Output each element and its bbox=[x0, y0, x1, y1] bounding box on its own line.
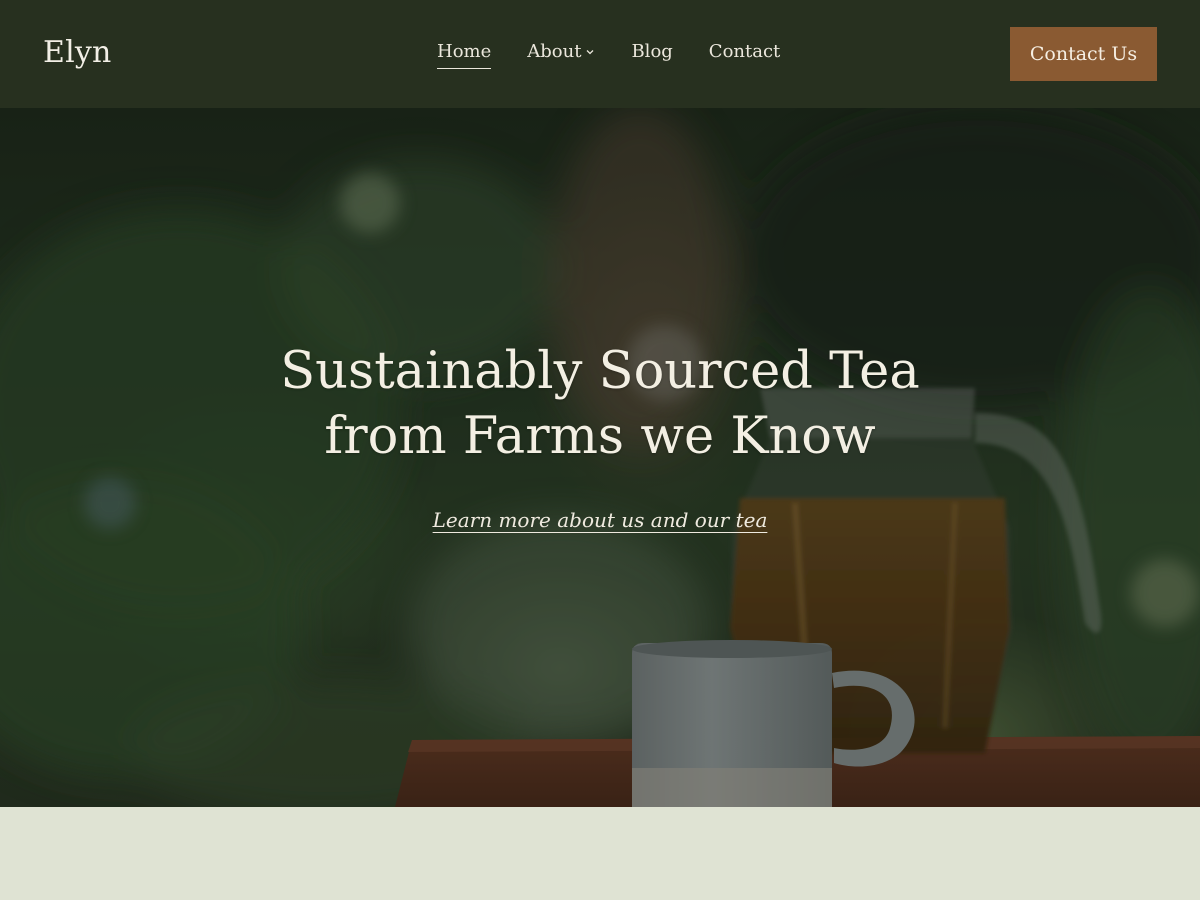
nav-item-contact-label: Contact bbox=[708, 41, 781, 62]
nav-item-home[interactable]: Home bbox=[437, 40, 492, 69]
learn-more-link[interactable]: Learn more about us and our tea bbox=[300, 506, 900, 534]
nav-item-blog-label: Blog bbox=[631, 41, 673, 62]
nav-item-about[interactable]: About bbox=[527, 40, 595, 64]
nav-item-contact[interactable]: Contact bbox=[709, 40, 780, 64]
site-header: Elyn Home About Blog Contact Contact Us bbox=[0, 0, 1200, 108]
content-section bbox=[0, 807, 1200, 900]
nav-item-blog[interactable]: Blog bbox=[631, 40, 672, 64]
contact-us-button[interactable]: Contact Us bbox=[1010, 27, 1157, 81]
nav-item-about-label: About bbox=[527, 41, 582, 62]
nav-item-home-label: Home bbox=[437, 41, 492, 62]
hero-title: Sustainably Sourced Tea from Farms we Kn… bbox=[280, 342, 920, 466]
chevron-down-icon bbox=[586, 50, 594, 55]
hero-section: Sustainably Sourced Tea from Farms we Kn… bbox=[0, 108, 1200, 807]
main-nav: Home About Blog Contact bbox=[437, 40, 780, 69]
brand-logo[interactable]: Elyn bbox=[43, 34, 112, 72]
